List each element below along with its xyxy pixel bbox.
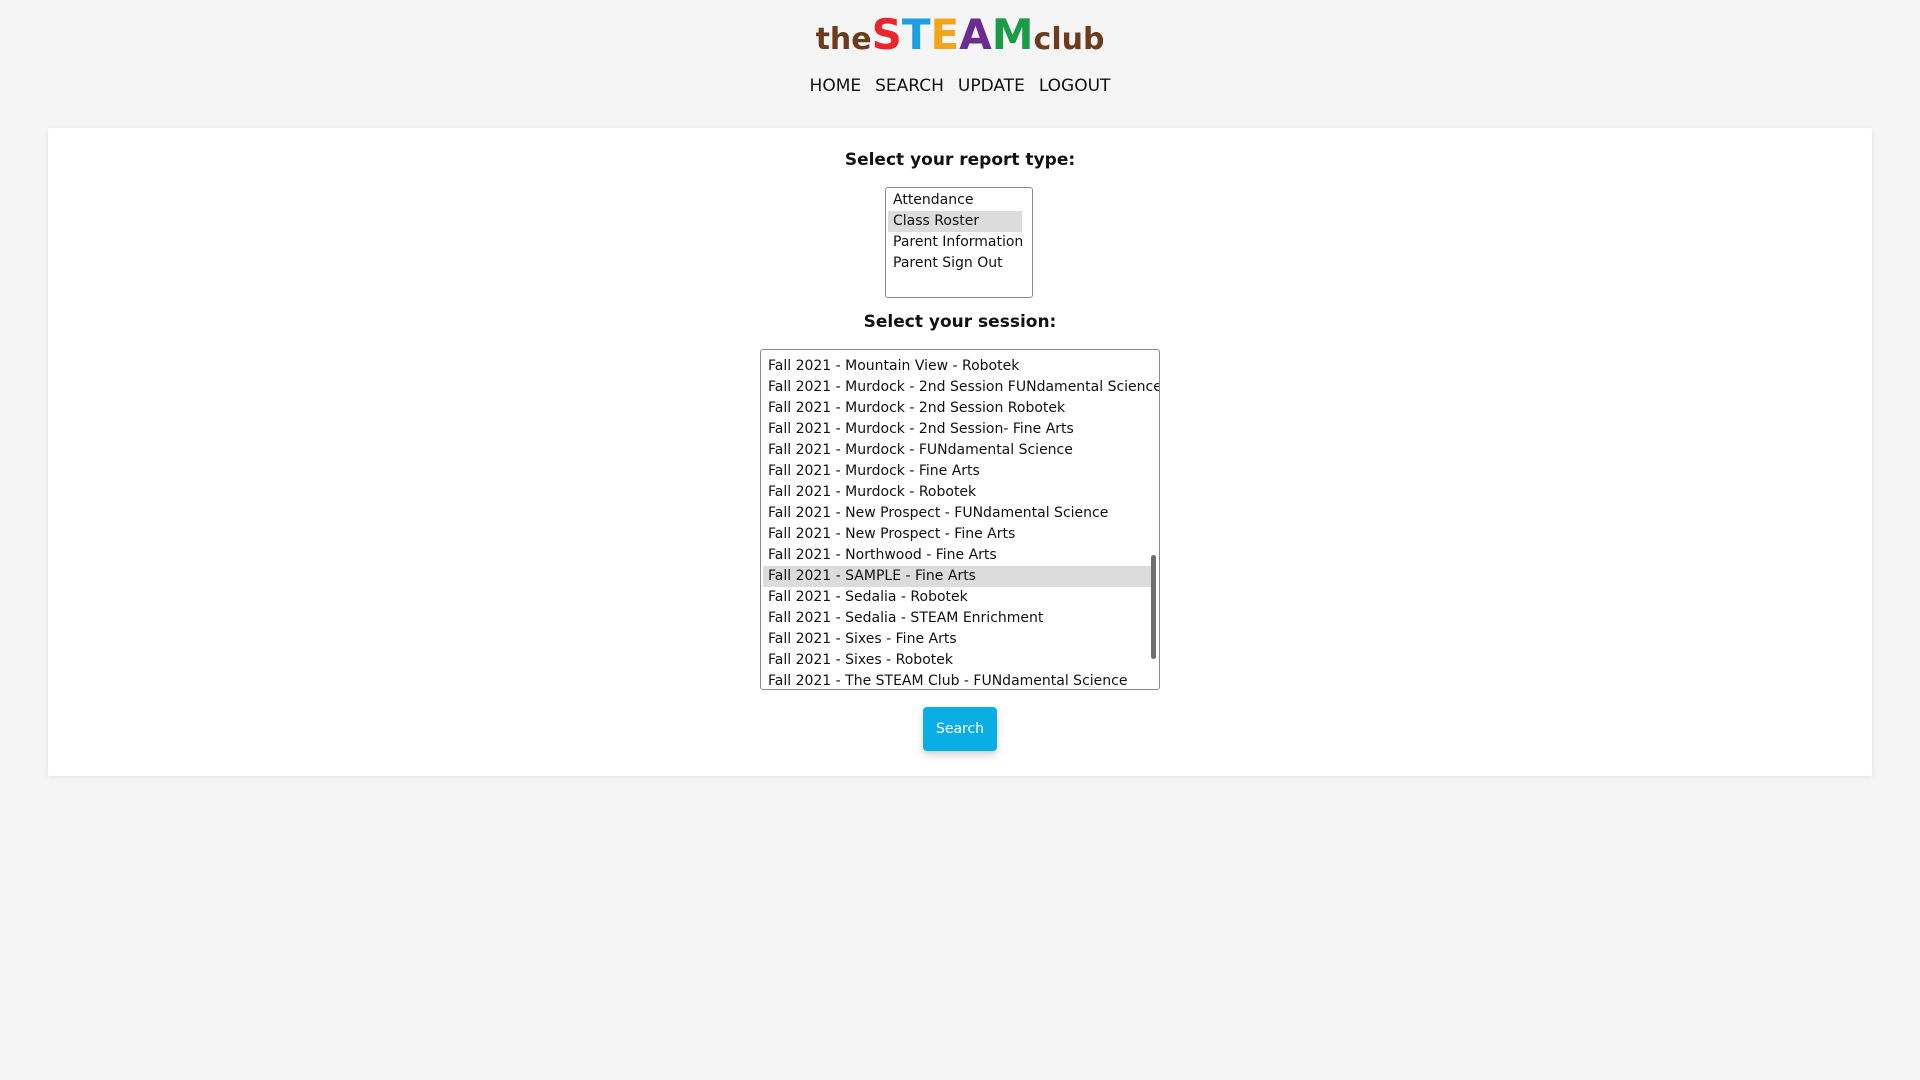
logo-suffix: club <box>1033 22 1105 57</box>
logo-letter: M <box>991 10 1034 59</box>
logo-letter: E <box>930 10 960 59</box>
report-type-listbox[interactable]: Attendance Class Roster Parent Information… <box>885 187 1033 298</box>
session-option[interactable]: Fall 2021 - The STEAM Club - FUNdamental… <box>763 671 1151 689</box>
site-header: the STEAM club HOME SEARCH UPDATE LOGOUT <box>0 0 1920 97</box>
session-listbox[interactable]: Fall 2021 - Mountain View - Robotek Fall … <box>760 349 1160 690</box>
session-option[interactable]: Fall 2021 - New Prospect - FUNdamental S… <box>763 503 1151 524</box>
main-nav: HOME SEARCH UPDATE LOGOUT <box>0 76 1920 96</box>
session-option[interactable]: Fall 2021 - Sedalia - STEAM Enrichment <box>763 608 1151 629</box>
logo-letter: T <box>901 10 931 59</box>
report-type-label: Select your report type: <box>844 150 1076 170</box>
steam-club-logo[interactable]: the STEAM club <box>816 12 1105 56</box>
logo-letter: S <box>871 10 902 59</box>
session-option[interactable]: Fall 2021 - SAMPLE - Fine Arts <box>763 566 1151 587</box>
session-option[interactable]: Fall 2021 - Sixes - Robotek <box>763 650 1151 671</box>
session-option[interactable]: Fall 2021 - Mountain View - Robotek <box>763 356 1151 377</box>
session-option[interactable]: Fall 2021 - Murdock - 2nd Session- Fine … <box>763 419 1151 440</box>
report-option[interactable]: Class Roster <box>888 211 1022 232</box>
session-option[interactable]: Fall 2021 - Murdock - 2nd Session FUNdam… <box>763 377 1159 398</box>
report-option[interactable]: Attendance <box>888 190 1022 211</box>
session-option[interactable]: Fall 2021 - Northwood - Fine Arts <box>763 545 1151 566</box>
nav-home-link[interactable]: HOME <box>810 76 862 96</box>
session-label: Select your session: <box>863 312 1057 332</box>
report-option[interactable]: Parent Information <box>888 232 1023 253</box>
report-option[interactable]: Parent Sign Out <box>888 253 1022 274</box>
logo-letter: A <box>959 10 992 59</box>
session-option[interactable]: Fall 2021 - Murdock - 2nd Session Robote… <box>763 398 1151 419</box>
session-option[interactable]: Fall 2021 - Murdock - FUNdamental Scienc… <box>763 440 1151 461</box>
nav-update-link[interactable]: UPDATE <box>958 76 1025 96</box>
search-button[interactable]: Search <box>923 707 997 751</box>
report-form-card: Select your report type: Attendance Class… <box>48 128 1872 776</box>
session-option[interactable]: Fall 2021 - Sedalia - Robotek <box>763 587 1151 608</box>
session-scrollbar[interactable] <box>1151 555 1156 659</box>
nav-search-link[interactable]: SEARCH <box>875 76 944 96</box>
session-option[interactable]: Fall 2021 - Murdock - Fine Arts <box>763 461 1151 482</box>
session-option[interactable]: Fall 2021 - New Prospect - Fine Arts <box>763 524 1151 545</box>
logo-steam: STEAM <box>872 14 1034 56</box>
session-option[interactable]: Fall 2021 - Sixes - Fine Arts <box>763 629 1151 650</box>
nav-logout-link[interactable]: LOGOUT <box>1039 76 1111 96</box>
logo-prefix: the <box>815 22 872 57</box>
session-option[interactable]: Fall 2021 - Murdock - Robotek <box>763 482 1151 503</box>
